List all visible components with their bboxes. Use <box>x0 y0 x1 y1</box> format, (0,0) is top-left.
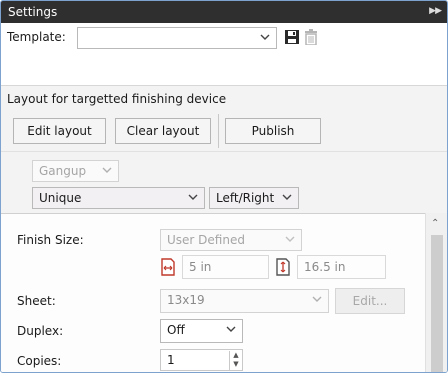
copies-spin-buttons[interactable]: ▲ ▼ <box>229 351 242 371</box>
duplex-label: Duplex: <box>17 324 64 338</box>
width-icon <box>161 258 175 276</box>
finish-size-preset-select[interactable]: User Defined <box>160 229 302 251</box>
copies-stepper[interactable]: 1 ▲ ▼ <box>160 349 243 371</box>
template-select[interactable] <box>77 27 277 49</box>
chevron-down-icon <box>282 194 292 200</box>
save-icon[interactable] <box>284 29 300 45</box>
height-icon <box>276 258 290 276</box>
chevron-down-icon <box>226 326 236 332</box>
finish-width-field[interactable]: 5 in <box>182 255 269 279</box>
panel-title: Settings <box>8 5 58 19</box>
scroll-up-icon[interactable]: ⌃ <box>431 218 439 229</box>
layout-caption: Layout for targetted finishing device <box>7 92 227 106</box>
edit-layout-button[interactable]: Edit layout <box>13 118 106 144</box>
chevron-down-icon <box>188 194 198 200</box>
mode-select[interactable]: Unique <box>32 187 205 209</box>
chevron-down-icon <box>102 167 112 173</box>
settings-panel: Settings ▶▶ Template: Layout for targett… <box>0 0 448 373</box>
publish-button[interactable]: Publish <box>225 118 321 144</box>
chevron-down-icon <box>312 296 322 302</box>
scrollbar-thumb[interactable] <box>431 235 443 372</box>
gangup-select[interactable]: Gangup <box>32 160 119 182</box>
side-select[interactable]: Left/Right <box>209 187 299 209</box>
increment-icon[interactable]: ▲ <box>230 351 242 360</box>
template-label: Template: <box>7 30 66 44</box>
sheet-label: Sheet: <box>17 294 56 308</box>
chevron-down-icon <box>260 34 270 40</box>
clear-layout-button[interactable]: Clear layout <box>115 118 211 144</box>
properties-scrollbar[interactable]: ⌃ <box>425 213 447 372</box>
finish-size-label: Finish Size: <box>17 233 84 247</box>
sheet-edit-button[interactable]: Edit... <box>335 288 405 314</box>
finish-height-field[interactable]: 16.5 in <box>297 255 386 279</box>
properties-grid: Finish Size: User Defined 5 in 16.5 in S… <box>1 213 447 372</box>
layout-section: Layout for targetted finishing device Ed… <box>1 85 447 151</box>
duplex-select[interactable]: Off <box>160 319 243 343</box>
decrement-icon[interactable]: ▼ <box>230 360 242 369</box>
gangup-section: Gangup Unique Left/Right <box>1 151 447 213</box>
chevron-down-icon <box>285 236 295 242</box>
copies-label: Copies: <box>17 354 62 368</box>
collapse-icon[interactable]: ▶▶ <box>429 6 442 16</box>
panel-titlebar: Settings ▶▶ <box>1 1 447 23</box>
toolbar-separator <box>218 114 219 148</box>
sheet-select[interactable]: 13x19 <box>160 289 329 313</box>
delete-icon[interactable] <box>304 29 318 45</box>
